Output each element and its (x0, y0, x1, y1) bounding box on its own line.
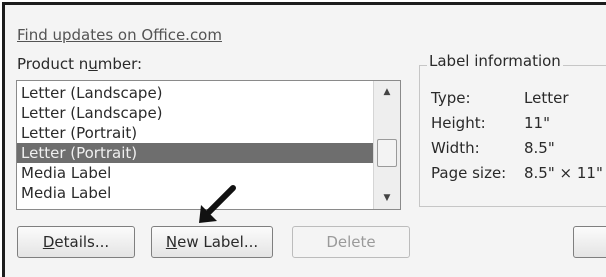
height-value: 11" (524, 114, 550, 132)
new-label-accesskey: N (165, 233, 178, 251)
new-label-button[interactable]: New Label... (151, 226, 273, 258)
list-item-selected[interactable]: Letter (Portrait) (17, 143, 373, 163)
type-label: Type: (431, 89, 471, 107)
list-item[interactable]: Letter (Landscape) (17, 83, 373, 103)
list-item[interactable]: Media Label (17, 163, 373, 183)
label-information-group (419, 65, 606, 207)
list-item[interactable]: Letter (Portrait) (17, 123, 373, 143)
details-button[interactable]: Details... (17, 226, 135, 258)
list-scrollbar[interactable]: ▲ ▼ (373, 81, 400, 209)
list-item[interactable]: Letter (Landscape) (17, 103, 373, 123)
width-label: Width: (431, 139, 480, 157)
details-accesskey: D (42, 233, 55, 251)
scroll-thumb[interactable] (377, 139, 397, 167)
product-number-label-accesskey: u (88, 55, 98, 73)
scroll-up-icon[interactable]: ▲ (374, 81, 400, 103)
partial-button[interactable] (573, 226, 606, 258)
pointer-arrow-icon (199, 185, 236, 223)
height-label: Height: (431, 114, 486, 132)
new-label-label: ew Label... (177, 233, 259, 251)
product-number-label-post: mber: (97, 55, 143, 73)
page-size-value: 8.5" × 11" (524, 164, 603, 182)
find-updates-link[interactable]: Find updates on Office.com (17, 26, 222, 44)
width-value: 8.5" (524, 139, 555, 157)
label-information-title: Label information (427, 52, 563, 70)
type-value: Letter (524, 89, 569, 107)
delete-button[interactable]: Delete (292, 226, 410, 258)
scroll-down-icon[interactable]: ▼ (374, 187, 400, 209)
page-size-label: Page size: (431, 164, 507, 182)
product-number-label: Product number: (17, 55, 142, 73)
details-label: etails... (54, 233, 110, 251)
product-number-label-pre: Product n (17, 55, 89, 73)
